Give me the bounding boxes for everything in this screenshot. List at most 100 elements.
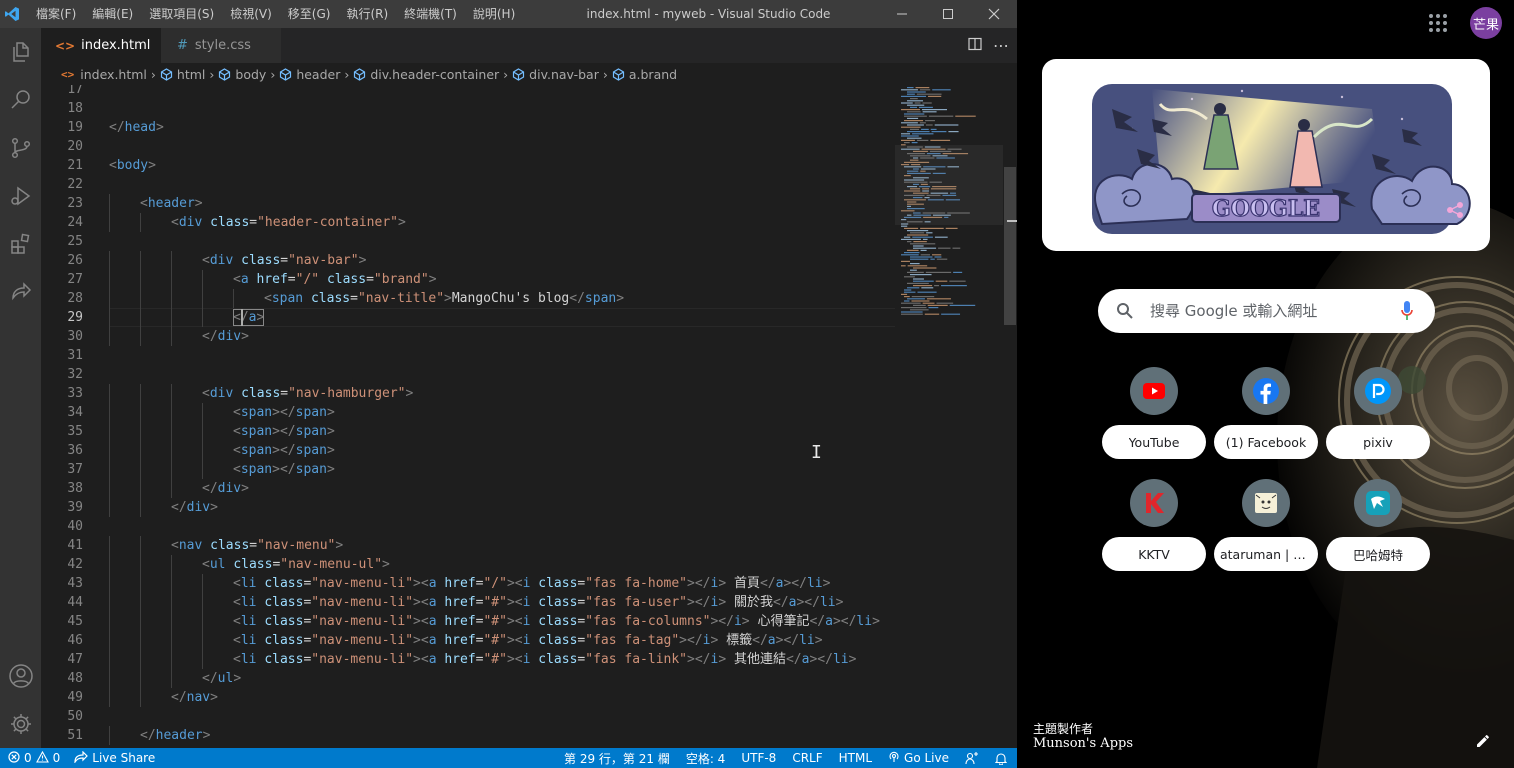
vscode-logo-icon[interactable]: [0, 0, 24, 28]
breadcrumb-item[interactable]: <> index.html: [61, 67, 147, 82]
code-line[interactable]: 23 <header>: [41, 194, 895, 213]
breadcrumb-item[interactable]: body: [218, 67, 266, 82]
profile-avatar[interactable]: 芒果: [1470, 7, 1502, 39]
code-line[interactable]: 20: [41, 137, 895, 156]
code-line[interactable]: 40: [41, 517, 895, 536]
minimap[interactable]: [895, 85, 1003, 748]
minimize-icon[interactable]: [879, 0, 925, 28]
code-line[interactable]: 46 <li class="nav-menu-li"><a href="#"><i…: [41, 631, 895, 650]
google-apps-icon[interactable]: [1428, 13, 1448, 33]
code-line[interactable]: 50: [41, 707, 895, 726]
shortcut-label-pill[interactable]: KKTV: [1102, 537, 1206, 571]
menu-item[interactable]: 編輯(E): [84, 0, 141, 28]
more-actions-icon[interactable]: ⋯: [993, 37, 1009, 54]
live-share-button[interactable]: Live Share: [74, 750, 155, 766]
shortcut-tile[interactable]: YouTube: [1102, 367, 1206, 463]
menu-item[interactable]: 檢視(V): [222, 0, 280, 28]
code-line[interactable]: 44 <li class="nav-menu-li"><a href="#"><i…: [41, 593, 895, 612]
scrollbar-thumb[interactable]: [1004, 167, 1016, 325]
extensions-icon[interactable]: [0, 224, 41, 264]
customize-pencil-icon[interactable]: [1474, 732, 1492, 750]
encoding[interactable]: UTF-8: [741, 751, 776, 765]
code-line[interactable]: 29 </a>: [41, 308, 895, 327]
tab-style-css[interactable]: # style.css: [161, 28, 281, 63]
shortcut-label-pill[interactable]: pixiv: [1326, 425, 1430, 459]
code-line[interactable]: 19 </head>: [41, 118, 895, 137]
code-line[interactable]: 45 <li class="nav-menu-li"><a href="#"><i…: [41, 612, 895, 631]
code-line[interactable]: 24 <div class="header-container">: [41, 213, 895, 232]
search-input[interactable]: 搜尋 Google 或輸入網址: [1150, 289, 1317, 333]
code-line[interactable]: 31: [41, 346, 895, 365]
menu-item[interactable]: 執行(R): [338, 0, 396, 28]
code-line[interactable]: 47 <li class="nav-menu-li"><a href="#"><i…: [41, 650, 895, 669]
menu-item[interactable]: 選取項目(S): [141, 0, 222, 28]
code-line[interactable]: 27 <a href="/" class="brand">: [41, 270, 895, 289]
accounts-icon[interactable]: [0, 656, 41, 696]
shortcut-label-pill[interactable]: ataruman | pi...: [1214, 537, 1318, 571]
shortcut-label-pill[interactable]: YouTube: [1102, 425, 1206, 459]
cursor-position[interactable]: 第 29 行，第 21 欄: [564, 750, 670, 767]
code-line[interactable]: 36 <span></span>: [41, 441, 895, 460]
code-line[interactable]: 48 </ul>: [41, 669, 895, 688]
shortcut-tile[interactable]: ataruman | pi...: [1214, 479, 1318, 575]
language-mode[interactable]: HTML: [839, 751, 872, 765]
code-line[interactable]: 28 <span class="nav-title">MangoChu's blo…: [41, 289, 895, 308]
code-line[interactable]: 26 <div class="nav-bar">: [41, 251, 895, 270]
code-line[interactable]: 39 </div>: [41, 498, 895, 517]
tab-index-html[interactable]: <> index.html ✕: [41, 28, 171, 63]
code-line[interactable]: 21 <body>: [41, 156, 895, 175]
google-doodle[interactable]: GOOGLE: [1042, 59, 1490, 251]
shortcut-label-pill[interactable]: (1) Facebook: [1214, 425, 1318, 459]
remote-live-share-icon[interactable]: [0, 272, 41, 312]
theme-author-logo[interactable]: Munson's Apps: [1033, 736, 1133, 751]
code-line[interactable]: 42 <ul class="nav-menu-ul">: [41, 555, 895, 574]
code-line[interactable]: 49 </nav>: [41, 688, 895, 707]
run-debug-icon[interactable]: [0, 176, 41, 216]
code-line[interactable]: 32: [41, 365, 895, 384]
code-line[interactable]: 34 <span></span>: [41, 403, 895, 422]
search-box[interactable]: 搜尋 Google 或輸入網址: [1098, 289, 1435, 333]
code-editor[interactable]: 17 18 19 </head> 20 21 <body> 22 23 <header> 24 <di…: [41, 85, 895, 748]
shortcut-tile[interactable]: 巴哈姆特: [1326, 479, 1430, 575]
code-line[interactable]: 30 </div>: [41, 327, 895, 346]
maximize-icon[interactable]: [925, 0, 971, 28]
source-control-icon[interactable]: [0, 128, 41, 168]
breadcrumb-item[interactable]: div.header-container: [353, 67, 499, 82]
code-line[interactable]: 33 <div class="nav-hamburger">: [41, 384, 895, 403]
code-line[interactable]: 17: [41, 85, 895, 99]
notifications-bell-icon[interactable]: [995, 752, 1007, 765]
share-icon[interactable]: [1446, 201, 1464, 223]
code-line[interactable]: 38 </div>: [41, 479, 895, 498]
code-line[interactable]: 51 </header>: [41, 726, 895, 745]
shortcut-tile[interactable]: (1) Facebook: [1214, 367, 1318, 463]
split-editor-icon[interactable]: [967, 36, 983, 56]
shortcut-label-pill[interactable]: 巴哈姆特: [1326, 537, 1430, 571]
code-line[interactable]: 18: [41, 99, 895, 118]
code-line[interactable]: 25: [41, 232, 895, 251]
code-line[interactable]: 22: [41, 175, 895, 194]
breadcrumb-item[interactable]: div.nav-bar: [512, 67, 599, 82]
shortcut-tile[interactable]: pixiv: [1326, 367, 1430, 463]
close-icon[interactable]: [971, 0, 1017, 28]
breadcrumb-item[interactable]: header: [279, 67, 340, 82]
problems-indicator[interactable]: 0 0: [8, 750, 60, 766]
search-icon[interactable]: [0, 80, 41, 120]
settings-gear-icon[interactable]: [0, 704, 41, 744]
code-line[interactable]: 35 <span></span>: [41, 422, 895, 441]
line-ending[interactable]: CRLF: [792, 751, 822, 765]
vertical-scrollbar[interactable]: [1003, 85, 1017, 748]
breadcrumb-item[interactable]: a.brand: [612, 67, 677, 82]
indentation[interactable]: 空格: 4: [686, 750, 726, 767]
voice-search-mic-icon[interactable]: [1401, 301, 1413, 325]
menu-item[interactable]: 終端機(T): [396, 0, 465, 28]
code-line[interactable]: 41 <nav class="nav-menu">: [41, 536, 895, 555]
menu-item[interactable]: 移至(G): [280, 0, 339, 28]
feedback-icon[interactable]: [965, 751, 979, 765]
go-live-button[interactable]: Go Live: [888, 751, 949, 766]
menu-item[interactable]: 檔案(F): [28, 0, 84, 28]
menu-item[interactable]: 說明(H): [465, 0, 523, 28]
breadcrumb-item[interactable]: html: [160, 67, 205, 82]
shortcut-tile[interactable]: KKTV: [1102, 479, 1206, 575]
explorer-icon[interactable]: [0, 32, 41, 72]
code-line[interactable]: 43 <li class="nav-menu-li"><a href="/"><i…: [41, 574, 895, 593]
